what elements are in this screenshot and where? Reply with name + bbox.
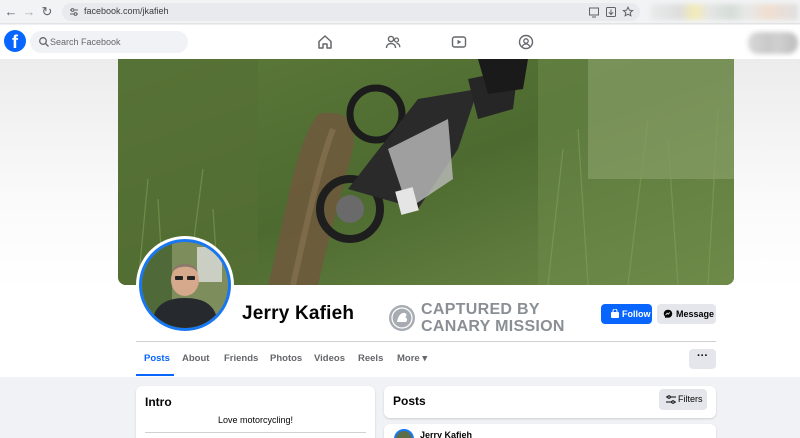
filters-button[interactable]: Filters: [659, 389, 707, 410]
filters-label: Filters: [678, 394, 703, 404]
avatar-image: [142, 242, 228, 328]
avatar: [139, 239, 231, 331]
tab-about[interactable]: About: [182, 353, 209, 364]
search-input[interactable]: Search Facebook: [30, 31, 188, 53]
filters-icon: [666, 395, 676, 404]
site-settings-icon[interactable]: [69, 7, 79, 17]
post-card: Jerry Kafieh: [384, 424, 716, 438]
follow-button[interactable]: Follow: [601, 304, 652, 324]
back-icon[interactable]: ←: [3, 4, 19, 20]
forward-icon[interactable]: →: [21, 4, 37, 20]
follow-icon: [611, 309, 619, 318]
tab-photos[interactable]: Photos: [270, 353, 302, 364]
extensions-area: [650, 4, 798, 20]
tab-friends[interactable]: Friends: [224, 353, 258, 364]
profile-more-button[interactable]: ···: [689, 349, 716, 369]
tab-reels[interactable]: Reels: [358, 353, 383, 364]
search-icon: [39, 37, 49, 47]
stamp-text-line1: CAPTURED BY: [421, 301, 540, 318]
active-tab-indicator: [136, 374, 174, 376]
intro-card: Intro Love motorcycling!: [136, 386, 375, 438]
profile-name: Jerry Kafieh: [242, 303, 355, 324]
tab-more[interactable]: More ▾: [397, 353, 427, 364]
home-icon[interactable]: [316, 33, 334, 51]
friends-icon[interactable]: [384, 33, 402, 51]
facebook-header: f Search Facebook: [0, 25, 800, 59]
browser-toolbar: ← → ↻ facebook.com/jkafieh: [0, 0, 800, 24]
posts-title: Posts: [393, 394, 426, 408]
bookmark-star-icon[interactable]: [622, 6, 634, 18]
watch-icon[interactable]: [450, 33, 468, 51]
message-button[interactable]: Message: [657, 304, 716, 324]
url-text: facebook.com/jkafieh: [84, 6, 169, 16]
intro-bio: Love motorcycling!: [217, 415, 294, 425]
address-bar[interactable]: facebook.com/jkafieh: [62, 3, 640, 21]
profile-avatar[interactable]: [136, 236, 234, 334]
groups-icon[interactable]: [517, 33, 535, 51]
messenger-icon: [663, 309, 673, 319]
screenshot-icon[interactable]: [588, 6, 600, 18]
message-label: Message: [676, 309, 715, 319]
tab-videos[interactable]: Videos: [314, 353, 345, 364]
stamp-text-line2: CANARY MISSION: [421, 318, 565, 335]
intro-divider: [145, 432, 366, 433]
post-author[interactable]: Jerry Kafieh: [420, 430, 472, 438]
reload-icon[interactable]: ↻: [39, 4, 55, 20]
install-icon[interactable]: [605, 6, 617, 18]
facebook-logo-icon[interactable]: f: [4, 30, 26, 52]
account-controls[interactable]: [748, 32, 798, 54]
tab-posts[interactable]: Posts: [144, 353, 170, 364]
search-placeholder: Search Facebook: [50, 37, 121, 47]
follow-label: Follow: [622, 309, 651, 319]
intro-title: Intro: [145, 395, 172, 409]
canary-mission-logo-icon: [389, 305, 415, 331]
profile-divider: [136, 341, 716, 342]
